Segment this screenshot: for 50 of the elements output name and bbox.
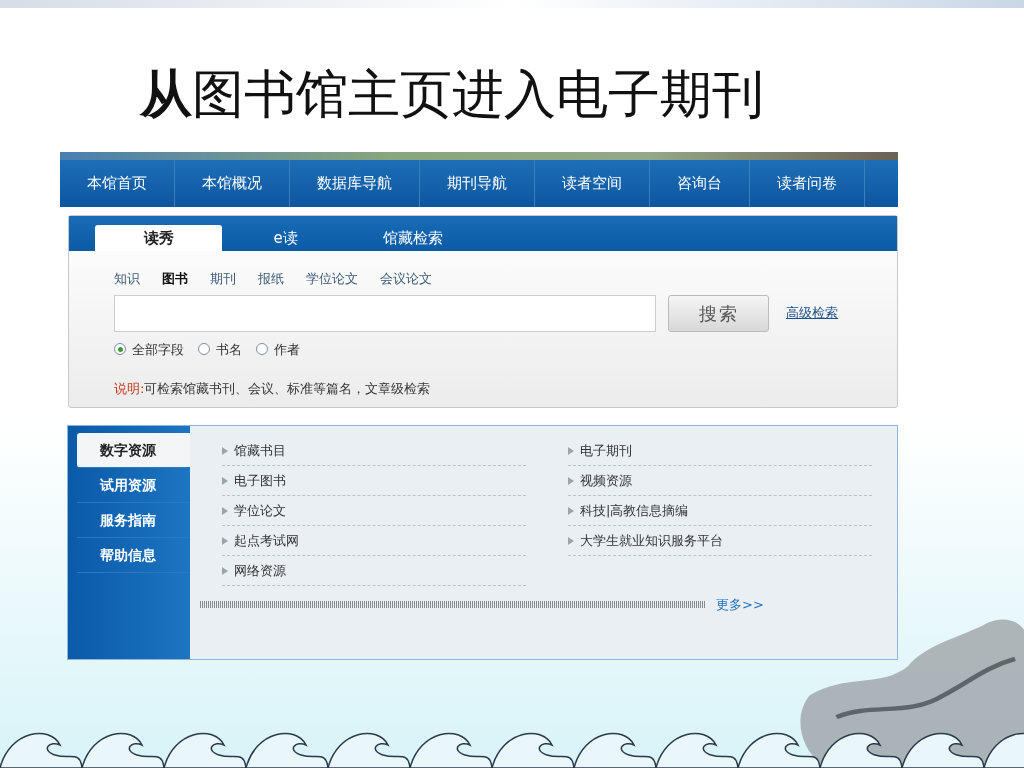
- resource-link[interactable]: 科技|高教信息摘编: [580, 500, 689, 521]
- side-tab[interactable]: 数字资源: [77, 433, 190, 468]
- nav-link[interactable]: 期刊导航: [420, 160, 535, 207]
- side-tab[interactable]: 试用资源: [77, 468, 190, 503]
- triangle-icon: [222, 566, 228, 575]
- category-link[interactable]: 知识: [114, 269, 140, 289]
- nav-link[interactable]: 读者空间: [535, 160, 650, 207]
- resource-link[interactable]: 视频资源: [580, 470, 632, 491]
- slide-title: 从图书馆主页进入电子期刊: [140, 63, 765, 126]
- triangle-icon: [568, 536, 574, 545]
- side-tab[interactable]: 帮助信息: [77, 538, 190, 573]
- radio-button[interactable]: [114, 343, 126, 356]
- radio-label: 全部字段: [132, 340, 184, 359]
- more-link[interactable]: 更多>>: [716, 595, 764, 615]
- radio-button[interactable]: [256, 343, 268, 356]
- advanced-search-link[interactable]: 高级检索: [786, 303, 838, 323]
- search-field[interactable]: [114, 294, 656, 332]
- resource-link[interactable]: 馆藏书目: [234, 440, 286, 461]
- search-button[interactable]: 搜索: [668, 294, 769, 332]
- search-tab[interactable]: e读: [222, 225, 349, 251]
- radio-label: 作者: [274, 340, 300, 359]
- side-tab[interactable]: 服务指南: [77, 503, 190, 538]
- category-link[interactable]: 会议论文: [380, 269, 432, 289]
- resource-link[interactable]: 起点考试网: [234, 530, 299, 551]
- nav-link[interactable]: 咨询台: [650, 160, 750, 207]
- category-link[interactable]: 期刊: [210, 269, 236, 289]
- resource-link[interactable]: 电子图书: [234, 470, 286, 491]
- radio-button[interactable]: [198, 343, 210, 356]
- triangle-icon: [222, 476, 228, 485]
- triangle-icon: [222, 446, 228, 455]
- nav-link[interactable]: 本馆首页: [60, 160, 175, 207]
- search-tab[interactable]: 馆藏检索: [349, 225, 476, 251]
- radio-label: 书名: [216, 340, 242, 359]
- nav-link[interactable]: 本馆概况: [175, 160, 290, 207]
- nav-link[interactable]: 数据库导航: [290, 160, 420, 207]
- resource-link[interactable]: 大学生就业知识服务平台: [580, 530, 723, 551]
- resource-link[interactable]: 学位论文: [234, 500, 286, 521]
- category-link[interactable]: 报纸: [258, 269, 284, 289]
- triangle-icon: [568, 446, 574, 455]
- nav-link[interactable]: 读者问卷: [750, 160, 865, 207]
- search-note: 说明:可检索馆藏书刊、会议、标准等篇名，文章级检索: [114, 380, 432, 398]
- category-link[interactable]: 学位论文: [306, 269, 358, 289]
- resource-link[interactable]: 电子期刊: [580, 440, 632, 461]
- triangle-icon: [222, 506, 228, 515]
- category-link[interactable]: 图书: [162, 269, 188, 289]
- resource-link[interactable]: 网络资源: [234, 560, 286, 581]
- triangle-icon: [568, 506, 574, 515]
- search-tab[interactable]: 读秀: [95, 225, 222, 251]
- triangle-icon: [222, 536, 228, 545]
- triangle-icon: [568, 476, 574, 485]
